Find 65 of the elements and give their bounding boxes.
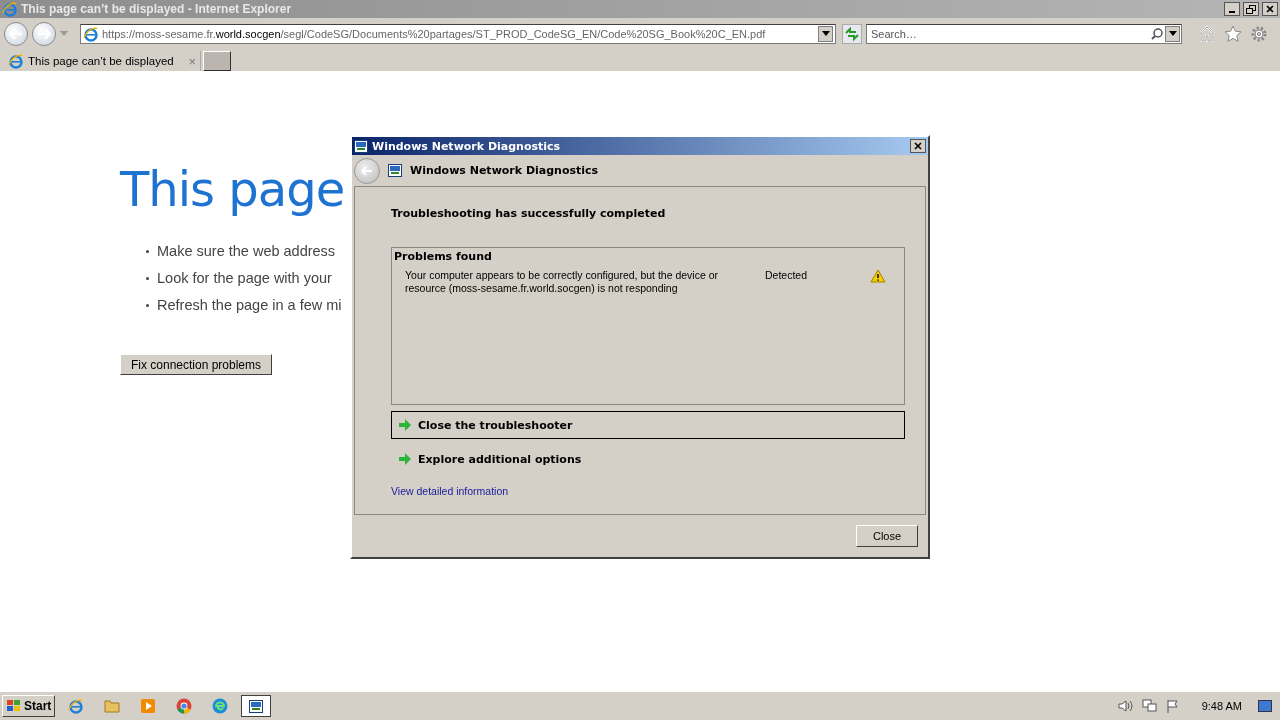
bullet-icon	[146, 303, 149, 307]
back-button[interactable]	[354, 157, 380, 184]
start-button[interactable]: Start	[2, 695, 56, 717]
diagnostics-icon	[354, 139, 368, 153]
caret-icon	[821, 31, 830, 36]
close-icon	[914, 142, 922, 150]
speaker-icon[interactable]	[1117, 699, 1134, 713]
ie-icon	[8, 53, 24, 69]
bullet-icon	[146, 276, 149, 280]
media-player-icon	[140, 698, 157, 714]
diagnostics-icon	[249, 699, 264, 713]
ie-icon	[68, 698, 85, 714]
restore-button[interactable]	[1243, 2, 1259, 16]
edge-icon	[212, 698, 229, 714]
search-icon[interactable]	[1151, 27, 1163, 40]
folder-icon	[104, 699, 121, 713]
clock[interactable]: 9:48 AM	[1201, 700, 1242, 712]
details-link[interactable]: View detailed information	[391, 485, 509, 497]
restore-icon	[1246, 4, 1256, 14]
close-icon	[1266, 5, 1274, 13]
network-icon[interactable]	[1141, 699, 1158, 713]
back-button[interactable]	[4, 21, 28, 46]
close-button[interactable]	[910, 139, 926, 153]
caret-icon	[1168, 31, 1177, 36]
arrow-icon	[398, 453, 412, 465]
forward-button[interactable]	[32, 21, 56, 46]
suggestion-text: Make sure the web address	[157, 243, 336, 259]
suggestion-text: Look for the page with your	[157, 270, 332, 286]
caret-icon[interactable]	[60, 31, 68, 36]
window-title: This page can’t be displayed - Internet Explorer	[21, 2, 293, 16]
ie-icon	[83, 25, 99, 42]
forward-arrow-icon	[37, 27, 51, 40]
dialog-title: Windows Network Diagnostics	[372, 139, 562, 153]
page-heading: This page	[120, 161, 345, 217]
home-icon[interactable]	[1198, 24, 1216, 43]
minimize-button[interactable]	[1224, 2, 1240, 16]
diagnostics-icon	[388, 164, 402, 177]
problems-heading: Problems found	[394, 250, 493, 263]
warning-icon	[870, 269, 886, 283]
refresh-icon[interactable]	[842, 23, 862, 44]
dialog-header: Windows Network Diagnostics	[410, 164, 599, 177]
taskbar-app-button[interactable]	[241, 695, 272, 717]
close-button[interactable]	[1262, 2, 1278, 16]
flag-icon[interactable]	[1165, 699, 1180, 713]
option-link[interactable]: Explore additional options	[391, 445, 905, 473]
bullet-icon	[146, 249, 149, 253]
search-field[interactable]: Search…	[866, 23, 1182, 44]
settings-icon[interactable]	[1250, 24, 1268, 43]
fix-connection-button[interactable]: Fix connection problems	[120, 354, 272, 375]
arrow-icon	[398, 419, 412, 431]
show-desktop-icon[interactable]	[1258, 700, 1272, 712]
suggestion-text: Refresh the page in a few mi	[157, 297, 342, 313]
address-field[interactable]: https://moss-sesame.fr.world.socgen/segl/CodeSG/Documents%20partages/ST_PROD_CodeSG_EN/Code%20SG_Book%20C_EN.pdf	[80, 23, 836, 44]
chrome-icon	[176, 698, 193, 714]
ie-icon	[2, 1, 18, 17]
problem-description: Your computer appears to be correctly configured, but the device or resource (moss-sesame.fr.world.socgen) is not responding	[405, 269, 720, 295]
windows-logo-icon	[6, 699, 22, 713]
status-heading: Troubleshooting has successfully completed	[391, 207, 667, 220]
favorites-star-icon[interactable]	[1224, 24, 1242, 43]
dropdown-button[interactable]	[818, 25, 833, 42]
option-link[interactable]: Close the troubleshooter	[391, 411, 905, 439]
problem-status: Detected	[765, 269, 809, 281]
new-tab-button[interactable]	[203, 51, 231, 71]
dialog-close-button[interactable]: Close	[856, 525, 918, 547]
back-arrow-icon	[361, 165, 373, 176]
